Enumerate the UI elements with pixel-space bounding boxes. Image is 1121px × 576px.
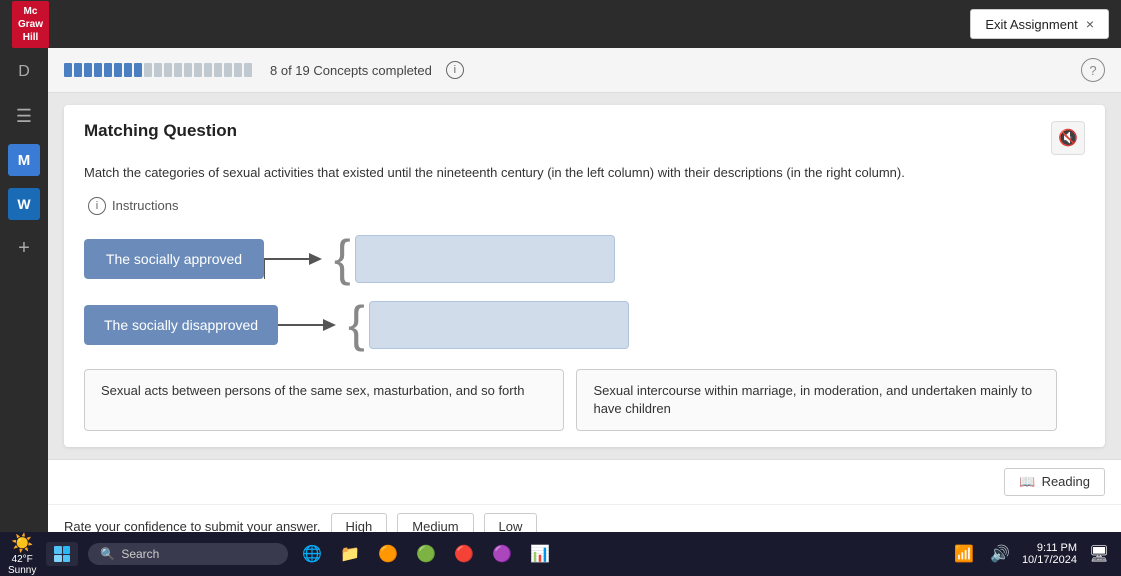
answer-options: Sexual acts between persons of the same … <box>84 369 1085 431</box>
connector-1: { <box>264 239 355 279</box>
progress-text: 8 of 19 Concepts completed <box>270 63 432 78</box>
taskbar-app3-icon[interactable]: 🔴 <box>450 540 478 568</box>
progress-seg-2 <box>74 63 82 77</box>
close-icon: × <box>1086 16 1094 32</box>
reading-icon: 📖 <box>1019 474 1035 490</box>
question-instruction: Match the categories of sexual activitie… <box>84 163 1085 183</box>
progress-seg-12 <box>174 63 182 77</box>
windows-logo-icon <box>54 546 70 562</box>
sidebar-icon-plus[interactable]: + <box>8 232 40 264</box>
progress-seg-17 <box>224 63 232 77</box>
progress-track <box>64 63 252 77</box>
taskbar-app1-icon[interactable]: 🟠 <box>374 540 402 568</box>
progress-seg-13 <box>184 63 192 77</box>
matching-container: The socially approved { The socially dis… <box>84 235 1085 349</box>
match-row-2: The socially disapproved { <box>84 301 1085 349</box>
weather-temp: 42°F <box>12 554 33 565</box>
sidebar-icon-menu[interactable]: ☰ <box>8 100 40 132</box>
progress-seg-9 <box>144 63 152 77</box>
taskbar-volume-icon[interactable]: 🔊 <box>986 540 1014 568</box>
match-row-1: The socially approved { <box>84 235 1085 283</box>
taskbar-app5-icon[interactable]: 📊 <box>526 540 554 568</box>
match-right-box-2[interactable] <box>369 301 629 349</box>
current-date: 10/17/2024 <box>1022 554 1077 566</box>
sidebar-icon-d[interactable]: D <box>8 56 40 88</box>
progress-seg-4 <box>94 63 102 77</box>
answer-card-2[interactable]: Sexual intercourse within marriage, in m… <box>576 369 1056 431</box>
current-time: 9:11 PM <box>1022 542 1077 554</box>
arrow-svg-2 <box>278 305 348 345</box>
progress-seg-10 <box>154 63 162 77</box>
start-button[interactable] <box>46 542 78 566</box>
answer-card-1[interactable]: Sexual acts between persons of the same … <box>84 369 564 431</box>
audio-button[interactable]: 🔇 <box>1051 121 1085 155</box>
progress-seg-18 <box>234 63 242 77</box>
time-display: 9:11 PM 10/17/2024 <box>1022 542 1077 566</box>
exit-assignment-button[interactable]: Exit Assignment × <box>970 9 1109 39</box>
progress-seg-15 <box>204 63 212 77</box>
match-right-box-1[interactable] <box>355 235 615 283</box>
instructions-info-icon: i <box>88 197 106 215</box>
progress-bar-area: 8 of 19 Concepts completed i ? <box>48 48 1121 93</box>
audio-icon: 🔇 <box>1058 128 1078 148</box>
weather-condition: Sunny <box>8 565 36 576</box>
taskbar-notification-icon[interactable]: 🖥 <box>1085 540 1113 568</box>
main-wrapper: D ☰ M W + <box>0 48 1121 532</box>
progress-seg-1 <box>64 63 72 77</box>
sidebar-icon-m[interactable]: M <box>8 144 40 176</box>
reading-label: Reading <box>1042 474 1090 489</box>
brace-1: { <box>334 241 351 276</box>
taskbar-folder-icon[interactable]: 📁 <box>336 540 364 568</box>
taskbar-app4-icon[interactable]: 🟣 <box>488 540 516 568</box>
search-placeholder: Search <box>121 547 159 561</box>
question-panel: Matching Question 🔇 Match the categories… <box>64 105 1105 447</box>
taskbar-right: 📶 🔊 9:11 PM 10/17/2024 🖥 <box>950 540 1113 568</box>
progress-left: 8 of 19 Concepts completed i <box>64 61 464 79</box>
search-icon: 🔍 <box>100 547 115 561</box>
taskbar-left: ☀️ 42°F Sunny 🔍 Search 🌐 📁 🟠 🟢 🔴 🟣 📊 <box>8 533 554 576</box>
confidence-medium-button[interactable]: Medium <box>397 513 473 532</box>
match-left-disapproved[interactable]: The socially disapproved <box>84 305 278 345</box>
progress-seg-19 <box>244 63 252 77</box>
taskbar-search[interactable]: 🔍 Search <box>88 543 288 565</box>
mcgraw-hill-logo: Mc Graw Hill <box>12 1 49 48</box>
confidence-high-button[interactable]: High <box>331 513 388 532</box>
progress-seg-3 <box>84 63 92 77</box>
taskbar-wifi-icon[interactable]: 📶 <box>950 540 978 568</box>
progress-seg-5 <box>104 63 112 77</box>
sidebar-icon-w[interactable]: W <box>8 188 40 220</box>
reading-button[interactable]: 📖 Reading <box>1004 468 1105 496</box>
progress-seg-7 <box>124 63 132 77</box>
taskbar: ☀️ 42°F Sunny 🔍 Search 🌐 📁 🟠 🟢 🔴 🟣 📊 📶 🔊 <box>0 532 1121 576</box>
match-left-approved[interactable]: The socially approved <box>84 239 264 279</box>
info-icon[interactable]: i <box>446 61 464 79</box>
connector-2: { <box>278 305 369 345</box>
taskbar-app2-icon[interactable]: 🟢 <box>412 540 440 568</box>
rate-confidence-text: Rate your confidence to submit your answ… <box>64 519 321 532</box>
progress-seg-6 <box>114 63 122 77</box>
top-bar: Mc Graw Hill Exit Assignment × <box>0 0 1121 48</box>
progress-seg-11 <box>164 63 172 77</box>
progress-seg-14 <box>194 63 202 77</box>
question-title: Matching Question <box>84 121 237 141</box>
question-header: Matching Question 🔇 <box>84 121 1085 155</box>
weather-icon: ☀️ <box>11 533 33 554</box>
instructions-label: Instructions <box>112 198 178 213</box>
arrow-svg-1 <box>264 239 334 279</box>
progress-seg-16 <box>214 63 222 77</box>
help-icon[interactable]: ? <box>1081 58 1105 82</box>
content-area: 8 of 19 Concepts completed i ? Matching … <box>48 48 1121 532</box>
left-sidebar: D ☰ M W + <box>0 48 48 532</box>
instructions-toggle[interactable]: i Instructions <box>84 197 1085 215</box>
bottom-bar: 📖 Reading <box>48 459 1121 504</box>
taskbar-globe-icon[interactable]: 🌐 <box>298 540 326 568</box>
weather-info: ☀️ 42°F Sunny <box>8 533 36 576</box>
brace-2: { <box>348 307 365 342</box>
progress-seg-8 <box>134 63 142 77</box>
confidence-low-button[interactable]: Low <box>484 513 538 532</box>
